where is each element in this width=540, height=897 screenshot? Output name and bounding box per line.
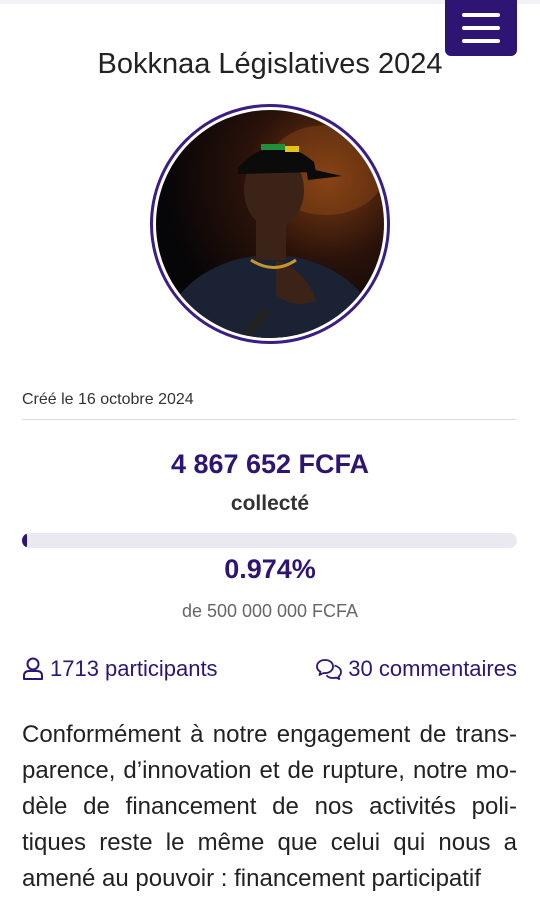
created-date: Créé le 16 octobre 2024	[22, 391, 194, 408]
comments-icon	[316, 659, 343, 680]
progress-percent: 0.974%	[224, 554, 316, 584]
campaign-stats: 1713 participants 30 commentaires	[22, 656, 517, 682]
progress-bar	[22, 533, 517, 548]
amount-collected: 4 867 652 FCFA	[170, 449, 370, 479]
hamburger-menu-icon	[462, 13, 500, 17]
divider	[22, 419, 517, 420]
comments-link[interactable]: 30 commentaires	[316, 656, 517, 682]
user-icon	[23, 657, 43, 680]
collected-label: collecté	[230, 492, 310, 515]
participants-count: 1713 participants	[50, 656, 218, 681]
hamburger-menu-icon-bar	[462, 26, 500, 30]
progress-bar-fill	[22, 533, 27, 548]
campaign-avatar	[150, 104, 390, 344]
campaign-description: Conformément à notre engagement de trans…	[22, 721, 517, 892]
participants-link[interactable]: 1713 participants	[22, 656, 218, 682]
avatar-photo	[156, 110, 384, 338]
comments-count: 30 commentaires	[348, 656, 517, 681]
goal-amount: de 500 000 000 FCFA	[181, 601, 359, 621]
page-title: Bokknaa Législatives 2024	[97, 48, 443, 80]
hamburger-menu-icon-bar	[462, 39, 500, 43]
